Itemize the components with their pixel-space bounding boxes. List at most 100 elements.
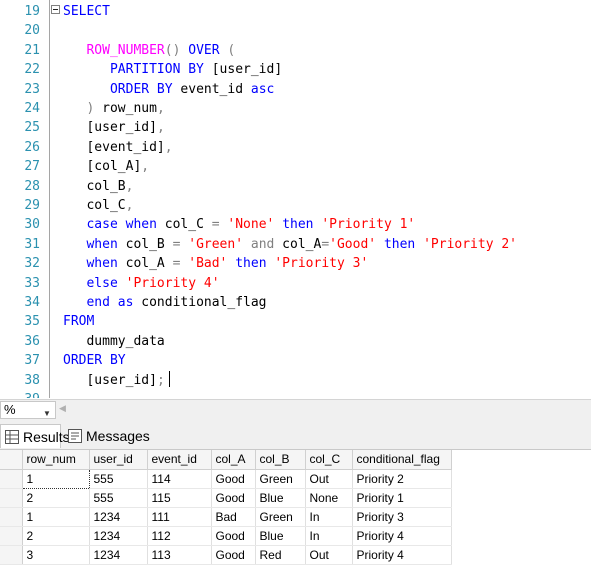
code-line[interactable]: ROW_NUMBER() OVER ( <box>63 41 235 60</box>
grid-cell[interactable]: 3 <box>22 545 90 565</box>
grid-cell[interactable]: 1234 <box>89 545 148 565</box>
code-line[interactable]: when col_A = 'Bad' then 'Priority 3' <box>63 254 368 273</box>
grid-cell[interactable]: Out <box>305 545 353 565</box>
code-line[interactable]: case when col_C = 'None' then 'Priority … <box>63 215 415 234</box>
collapse-toggle-icon[interactable] <box>51 5 60 14</box>
table-row[interactable]: 1 555 114 Good Green Out Priority 2 <box>0 468 452 489</box>
grid-cell[interactable]: In <box>305 507 353 527</box>
grid-cell[interactable]: 2 <box>22 526 90 546</box>
column-header[interactable]: user_id <box>89 450 148 470</box>
editor-status-strip: % ▼ ◀ <box>0 399 591 421</box>
grid-cell[interactable]: Priority 2 <box>352 469 452 489</box>
grid-corner[interactable] <box>0 450 23 470</box>
grid-cell[interactable]: 555 <box>89 469 148 489</box>
code-line[interactable]: FROM <box>63 312 94 331</box>
column-header[interactable]: event_id <box>147 450 212 470</box>
zoom-dropdown[interactable]: % ▼ <box>0 401 56 419</box>
grid-cell[interactable]: Blue <box>255 526 306 546</box>
code-line[interactable]: PARTITION BY [user_id] <box>63 60 282 79</box>
code-line[interactable]: dummy_data <box>63 332 164 351</box>
grid-cell[interactable]: Good <box>211 488 256 508</box>
result-tabs: Results Messages <box>0 421 591 449</box>
row-header[interactable] <box>0 469 23 489</box>
code-line[interactable]: [user_id]; <box>63 371 164 390</box>
grid-cell[interactable]: 1234 <box>89 526 148 546</box>
code-token: = <box>211 217 220 233</box>
code-line[interactable]: [col_A], <box>63 157 149 176</box>
tab-results[interactable]: Results <box>0 424 70 448</box>
grid-cell[interactable]: 113 <box>147 545 212 565</box>
grid-cell[interactable]: Green <box>255 507 306 527</box>
grid-cell[interactable]: 1 <box>21 468 90 489</box>
table-row[interactable]: 1 1234 111 Bad Green In Priority 3 <box>0 507 452 527</box>
code-line[interactable]: when col_B = 'Green' and col_A='Good' th… <box>63 235 517 254</box>
column-header[interactable]: col_B <box>255 450 306 470</box>
table-row[interactable]: 3 1234 113 Good Red Out Priority 4 <box>0 545 452 565</box>
column-header[interactable]: col_C <box>305 450 353 470</box>
column-header[interactable]: row_num <box>22 450 90 470</box>
sql-editor[interactable]: 19 20 21 22 23 24 25 26 27 28 29 30 31 32 33 34 35 36 37 38… <box>0 0 591 398</box>
grid-cell[interactable]: Green <box>255 469 306 489</box>
grid-cell[interactable]: 111 <box>147 507 212 527</box>
code-line[interactable]: ORDER BY <box>63 351 126 370</box>
grid-cell[interactable]: 555 <box>89 488 148 508</box>
code-line[interactable]: else 'Priority 4' <box>63 274 219 293</box>
messages-icon <box>68 429 82 443</box>
code-token: col_A <box>117 256 173 272</box>
grid-cell[interactable]: None <box>305 488 353 508</box>
grid-cell[interactable]: Out <box>305 469 353 489</box>
grid-cell[interactable]: 112 <box>147 526 212 546</box>
line-number: 33 <box>24 275 40 291</box>
text-cursor <box>169 371 170 387</box>
column-header[interactable]: col_A <box>211 450 256 470</box>
code-line[interactable]: col_B, <box>63 177 133 196</box>
grid-cell[interactable]: Bad <box>211 507 256 527</box>
table-row[interactable]: 2 555 115 Good Blue None Priority 1 <box>0 488 452 508</box>
grid-cell[interactable]: Blue <box>255 488 306 508</box>
grid-cell[interactable]: 1234 <box>89 507 148 527</box>
grid-cell[interactable]: 115 <box>147 488 212 508</box>
column-header[interactable]: conditional_flag <box>352 450 452 470</box>
code-token: and <box>250 236 275 252</box>
row-header[interactable] <box>0 488 23 508</box>
table-row[interactable]: 2 1234 112 Good Blue In Priority 4 <box>0 526 452 546</box>
grid-cell[interactable]: 2 <box>22 488 90 508</box>
code-line[interactable]: end as conditional_flag <box>63 293 266 312</box>
code-line[interactable]: ) row_num, <box>63 99 164 118</box>
grid-cell[interactable]: Priority 4 <box>352 526 452 546</box>
row-header[interactable] <box>0 526 23 546</box>
code-token: 'Priority 1' <box>321 217 416 233</box>
grid-cell[interactable]: Good <box>211 545 256 565</box>
grid-cell[interactable]: Priority 1 <box>352 488 452 508</box>
line-number: 34 <box>24 295 40 310</box>
row-header[interactable] <box>0 545 23 565</box>
grid-cell[interactable]: Priority 3 <box>352 507 452 527</box>
code-line[interactable]: ORDER BY event_id asc <box>63 80 274 99</box>
scroll-left-icon[interactable]: ◀ <box>59 404 66 414</box>
line-number-gutter: 19 20 21 22 23 24 25 26 27 28 29 30 31 32 33 34 35 36 37 38… <box>0 0 44 398</box>
grid-cell[interactable]: Red <box>255 545 306 565</box>
grid-cell[interactable]: Good <box>211 526 256 546</box>
row-header[interactable] <box>0 507 23 527</box>
tab-messages[interactable]: Messages <box>64 424 164 448</box>
grid-cell[interactable]: In <box>305 526 353 546</box>
grid-cell[interactable]: Good <box>211 469 256 489</box>
code-line[interactable]: SELECT <box>63 2 110 21</box>
grid-cell[interactable]: Priority 4 <box>352 545 452 565</box>
line-number: 32 <box>24 256 40 272</box>
code-token: SELECT <box>63 4 110 19</box>
grid-cell[interactable]: 1 <box>22 507 90 527</box>
code-line[interactable]: col_C, <box>63 196 133 215</box>
code-line[interactable]: [user_id], <box>63 118 164 137</box>
horizontal-scrollbar[interactable] <box>70 402 591 418</box>
code-line[interactable]: [event_id], <box>63 138 172 157</box>
grid-cell[interactable]: 114 <box>147 469 212 489</box>
code-token: 'Green' <box>188 236 244 252</box>
